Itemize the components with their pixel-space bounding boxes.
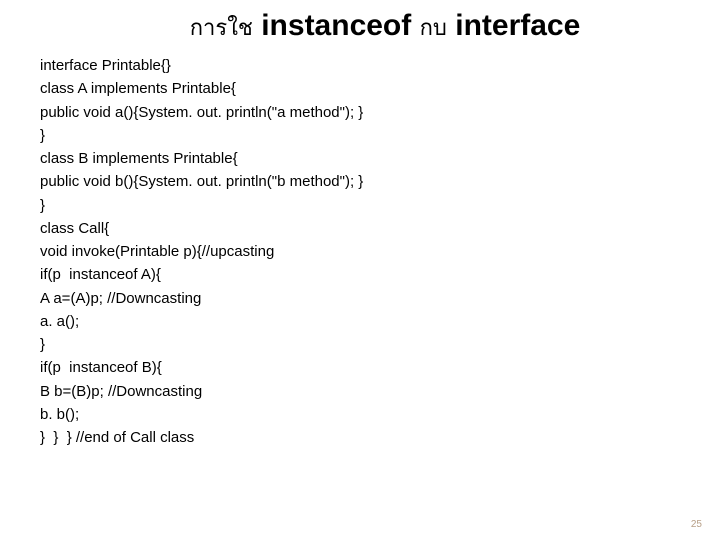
code-line: public void b(){System. out. println("b … [40,170,680,193]
code-line: if(p instanceof B){ [40,356,680,379]
code-line: B b=(B)p; //Downcasting [40,380,680,403]
code-line: a. a(); [40,310,680,333]
code-line: void invoke(Printable p){//upcasting [40,240,680,263]
code-line: interface Printable{} [40,54,680,77]
code-line: if(p instanceof A){ [40,263,680,286]
code-line: public void a(){System. out. println("a … [40,101,680,124]
title-keyword-interface: interface [455,9,580,42]
code-line: b. b(); [40,403,680,426]
slide-title: การใช instanceof กบ interface [40,8,680,44]
page-number: 25 [691,519,702,530]
code-line: class Call{ [40,217,680,240]
code-line: } [40,194,680,217]
title-thai-mid: กบ [420,15,447,40]
code-line: class A implements Printable{ [40,77,680,100]
title-thai-prefix: การใช [190,15,253,40]
code-line: A a=(A)p; //Downcasting [40,287,680,310]
title-keyword-instanceof: instanceof [261,9,411,42]
code-line: } [40,124,680,147]
slide-container: การใช instanceof กบ interface interface … [0,0,720,540]
code-block: interface Printable{} class A implements… [40,54,680,449]
code-line: } [40,333,680,356]
code-line: } } } //end of Call class [40,426,680,449]
code-line: class B implements Printable{ [40,147,680,170]
